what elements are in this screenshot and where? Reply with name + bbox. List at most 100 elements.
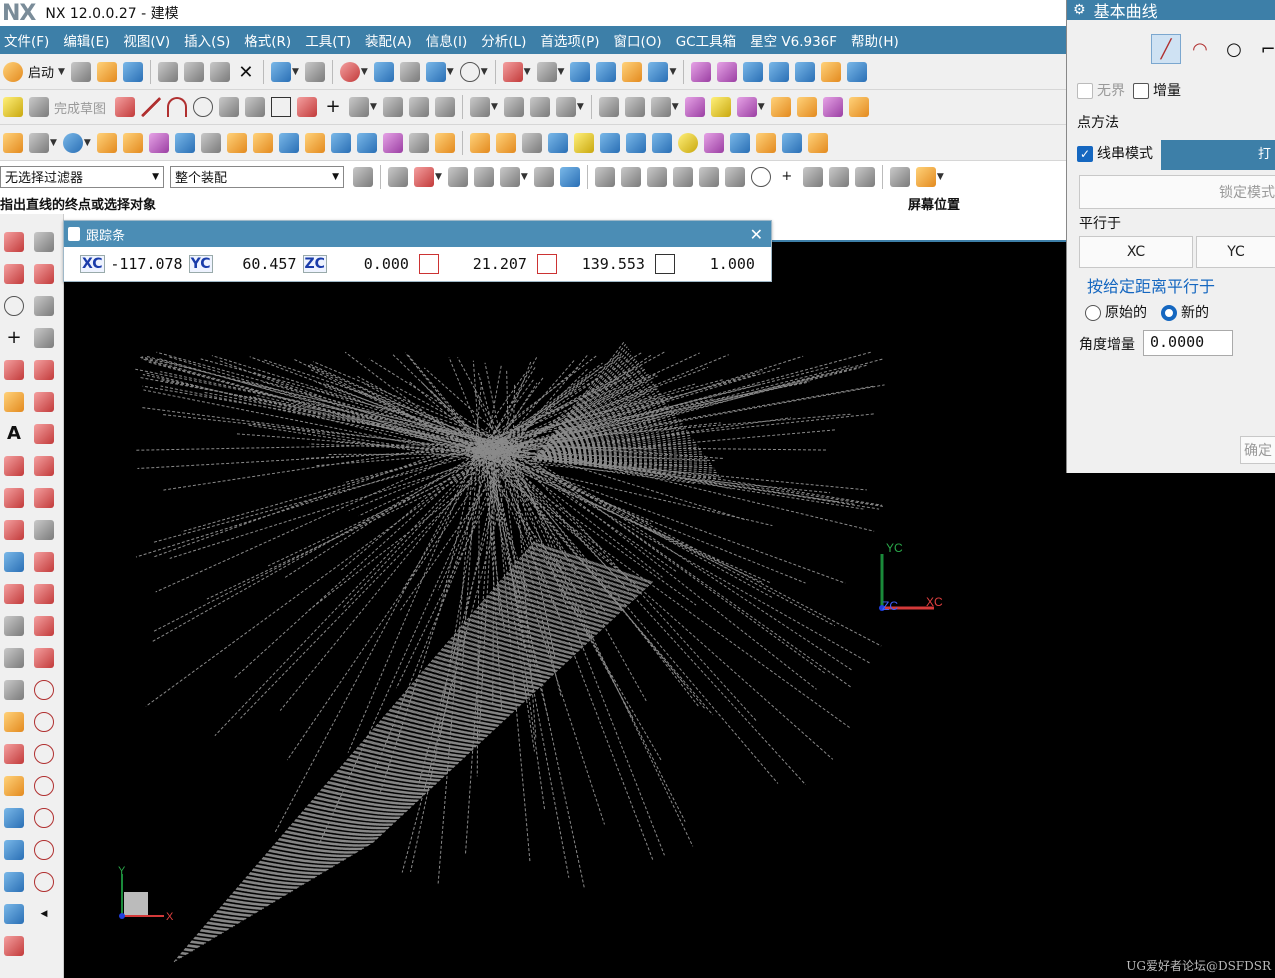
sync-icon-4[interactable] <box>547 132 568 153</box>
box-icon[interactable] <box>599 132 620 153</box>
menu-window[interactable]: 窗口(O) <box>614 30 662 50</box>
left-edit-curve-icon[interactable] <box>34 488 54 508</box>
snap-options-icon[interactable] <box>915 166 936 187</box>
left-intersect-icon[interactable] <box>4 744 24 764</box>
left-circle-4-icon[interactable] <box>34 744 54 764</box>
left-project-icon[interactable] <box>4 712 24 732</box>
groove-icon[interactable] <box>330 132 351 153</box>
surface-icon-3[interactable] <box>743 61 764 82</box>
unbounded-option[interactable]: 无界 <box>1077 80 1125 100</box>
left-polygon-icon[interactable] <box>4 488 24 508</box>
offset-curve-icon[interactable] <box>349 97 370 117</box>
menu-format[interactable]: 格式(R) <box>244 30 291 50</box>
left-arc-3-icon[interactable] <box>34 584 54 604</box>
sync-icon-5[interactable] <box>573 132 594 153</box>
sphere-icon[interactable] <box>677 132 698 153</box>
left-extract-icon[interactable] <box>4 872 24 892</box>
edit-object-icon[interactable] <box>373 61 394 82</box>
left-arc-icon[interactable] <box>4 264 24 284</box>
left-chain-icon[interactable] <box>34 232 54 252</box>
sync-icon-1[interactable] <box>469 132 490 153</box>
slot-icon[interactable] <box>304 132 325 153</box>
fit-view-icon[interactable] <box>502 61 523 82</box>
copy-icon[interactable] <box>183 61 204 82</box>
pattern-icon[interactable] <box>598 97 619 117</box>
snap-existing-point-icon[interactable] <box>594 166 615 187</box>
left-circle-icon[interactable] <box>4 296 24 316</box>
cut-icon[interactable] <box>157 61 178 82</box>
feature-icon-5[interactable] <box>796 97 817 117</box>
cone-icon[interactable] <box>651 132 672 153</box>
menu-tools[interactable]: 工具(T) <box>305 30 351 50</box>
extend-icon[interactable] <box>408 97 429 117</box>
left-join-icon[interactable] <box>4 680 24 700</box>
left-text-icon[interactable]: A <box>4 424 24 444</box>
new-radio[interactable] <box>1161 305 1177 321</box>
xc-field[interactable]: -117.078 <box>105 255 189 273</box>
new-option[interactable]: 新的 <box>1161 302 1209 322</box>
feature-icon-4[interactable] <box>770 97 791 117</box>
sync-icon-2[interactable] <box>495 132 516 153</box>
array-icon[interactable] <box>807 132 828 153</box>
constraint-icon[interactable] <box>469 97 490 117</box>
snap-settings-icon[interactable] <box>889 166 910 187</box>
left-circle-5-icon[interactable] <box>34 776 54 796</box>
left-axis-icon[interactable] <box>34 296 54 316</box>
pad-icon[interactable] <box>278 132 299 153</box>
boss-icon[interactable] <box>226 132 247 153</box>
select-all-icon[interactable] <box>447 166 468 187</box>
offset-field[interactable]: 1.000 <box>679 255 761 273</box>
snap-bounded-icon[interactable] <box>828 166 849 187</box>
geometric-constraint-icon[interactable] <box>529 97 550 117</box>
datum-plane-icon[interactable] <box>29 132 49 153</box>
ok-button[interactable]: 确定 <box>1240 436 1275 464</box>
render-style-icon[interactable] <box>536 61 557 82</box>
snap-quadrant-icon[interactable] <box>750 166 771 187</box>
sketch-icon[interactable] <box>3 97 23 117</box>
layer-icon[interactable] <box>622 61 643 82</box>
menu-insert[interactable]: 插入(S) <box>184 30 230 50</box>
project-icon[interactable] <box>650 97 671 117</box>
sync-icon-3[interactable] <box>521 132 542 153</box>
gear-icon[interactable]: ⚙ <box>1073 2 1086 18</box>
transform-icon[interactable] <box>399 61 420 82</box>
point-set-icon[interactable] <box>62 132 83 153</box>
original-option[interactable]: 原始的 <box>1085 302 1147 322</box>
parallel-yc-button[interactable]: YC <box>1196 236 1275 268</box>
arc-icon[interactable] <box>167 97 188 117</box>
left-circle-3-icon[interactable] <box>34 712 54 732</box>
left-arc-2-icon[interactable] <box>34 552 54 572</box>
menu-assembly[interactable]: 装配(A) <box>365 30 412 50</box>
redo-icon[interactable] <box>304 61 325 82</box>
circle-mode-icon[interactable]: ○ <box>1219 34 1249 64</box>
unite-icon[interactable] <box>703 132 724 153</box>
increment-checkbox[interactable] <box>1133 83 1149 99</box>
left-offset-icon[interactable] <box>4 616 24 636</box>
menu-analysis[interactable]: 分析(L) <box>481 30 526 50</box>
left-wrap-icon[interactable] <box>4 840 24 860</box>
string-mode-option[interactable]: ✓ 线串模式 <box>1077 143 1153 163</box>
left-bridge-icon[interactable] <box>4 648 24 668</box>
point-icon[interactable]: + <box>323 97 343 117</box>
cylinder-stack-icon[interactable] <box>356 132 377 153</box>
mirror-icon[interactable] <box>624 97 645 117</box>
save-icon[interactable] <box>122 61 143 82</box>
left-law-curve-icon[interactable] <box>4 584 24 604</box>
rectangle-icon[interactable] <box>271 97 292 117</box>
line-mode-icon[interactable]: ╱ <box>1151 34 1181 64</box>
surface-icon-5[interactable] <box>795 61 816 82</box>
left-rectangle-icon[interactable] <box>4 456 24 476</box>
feature-icon-7[interactable] <box>848 97 869 117</box>
snap-intersection-icon[interactable] <box>698 166 719 187</box>
left-helix-icon[interactable] <box>4 552 24 572</box>
paste-icon[interactable] <box>209 61 230 82</box>
chamfer-icon[interactable] <box>245 97 266 117</box>
angle-field[interactable]: 139.553 <box>561 255 651 273</box>
feature-icon-6[interactable] <box>822 97 843 117</box>
string-mode-checkbox[interactable]: ✓ <box>1077 146 1093 162</box>
left-iso-icon[interactable] <box>4 904 24 924</box>
circle-icon[interactable] <box>193 97 214 117</box>
select-cursor-icon[interactable] <box>388 166 408 187</box>
surface-icon-6[interactable] <box>821 61 842 82</box>
unbounded-checkbox[interactable] <box>1077 83 1093 99</box>
